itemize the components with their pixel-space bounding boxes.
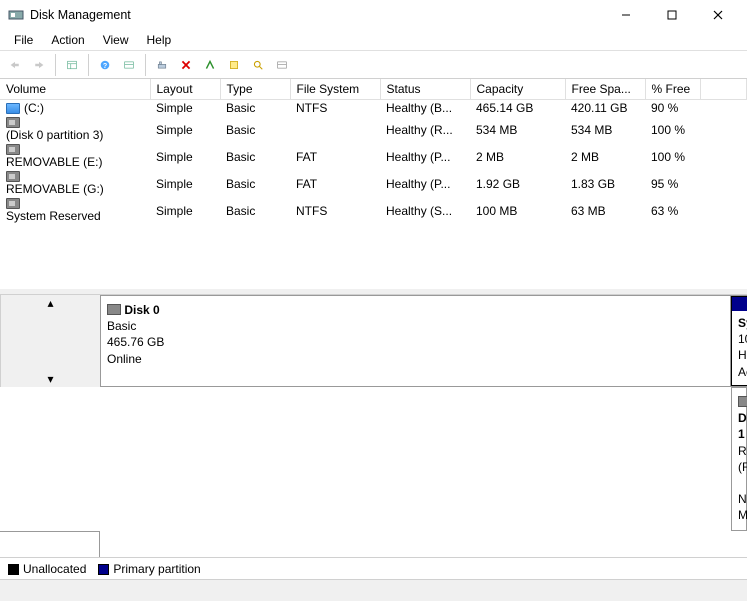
scroll-down-icon[interactable]: ▾: [1, 371, 100, 387]
svg-text:?: ?: [103, 61, 107, 69]
forward-button[interactable]: [28, 54, 50, 76]
views-button[interactable]: [61, 54, 83, 76]
properties-button[interactable]: [151, 54, 173, 76]
partition[interactable]: System Reserved100 MB NTFSHealthy (Syste…: [731, 296, 747, 386]
titlebar: Disk Management: [0, 0, 747, 30]
back-button[interactable]: [4, 54, 26, 76]
window-title: Disk Management: [30, 8, 603, 22]
partition-stripe: [732, 297, 747, 311]
volume-list[interactable]: Volume Layout Type File System Status Ca…: [0, 79, 747, 294]
app-icon: [8, 7, 24, 23]
toolbar-sep: [88, 54, 89, 76]
toolbar-sep: [55, 54, 56, 76]
table-row[interactable]: REMOVABLE (E:)SimpleBasicFATHealthy (P..…: [0, 143, 747, 170]
delete-button[interactable]: [175, 54, 197, 76]
col-freespace[interactable]: Free Spa...: [565, 79, 645, 100]
disk-body: System Reserved100 MB NTFSHealthy (Syste…: [731, 295, 747, 387]
scroll-up-icon[interactable]: ▴: [1, 295, 100, 311]
legend-unallocated-label: Unallocated: [23, 562, 86, 576]
disk-icon: [107, 304, 121, 315]
partition-sub: 100 MB NTFS: [738, 331, 747, 347]
col-type[interactable]: Type: [220, 79, 290, 100]
menu-file[interactable]: File: [6, 31, 41, 49]
volume-icon: [6, 171, 20, 182]
minimize-button[interactable]: [603, 0, 649, 30]
col-status[interactable]: Status: [380, 79, 470, 100]
col-pctfree[interactable]: % Free: [645, 79, 700, 100]
status-bar: [0, 579, 747, 601]
col-extra[interactable]: [700, 79, 747, 100]
action4-button[interactable]: [271, 54, 293, 76]
volume-icon: [6, 198, 20, 209]
col-volume[interactable]: Volume: [0, 79, 150, 100]
menu-action[interactable]: Action: [43, 31, 92, 49]
refresh-button[interactable]: [118, 54, 140, 76]
disk-info-line: Basic: [107, 319, 136, 333]
column-headers[interactable]: Volume Layout Type File System Status Ca…: [0, 79, 747, 100]
disk-header[interactable]: Disk 0 Basic 465.76 GB Online: [100, 295, 731, 387]
disk-info-line: Removable (F:): [738, 444, 747, 474]
disk-header[interactable]: Disk 1 Removable (F:) No Media: [731, 387, 747, 531]
disk-body: [0, 531, 100, 558]
disk-title: Disk 0: [124, 303, 159, 317]
help-button[interactable]: ?: [94, 54, 116, 76]
menu-help[interactable]: Help: [139, 31, 180, 49]
disk-info-line: Online: [107, 352, 142, 366]
disk-info-line: No Media: [738, 492, 747, 522]
toolbar-sep: [145, 54, 146, 76]
menu-view[interactable]: View: [95, 31, 137, 49]
table-row[interactable]: System ReservedSimpleBasicNTFSHealthy (S…: [0, 197, 747, 224]
table-row[interactable]: (Disk 0 partition 3)SimpleBasicHealthy (…: [0, 116, 747, 143]
volume-icon: [6, 117, 20, 128]
disk-title: Disk 1: [738, 411, 747, 441]
volume-icon: [6, 103, 20, 114]
maximize-button[interactable]: [649, 0, 695, 30]
action3-button[interactable]: [247, 54, 269, 76]
table-row[interactable]: REMOVABLE (G:)SimpleBasicFATHealthy (P..…: [0, 170, 747, 197]
partition-status: Healthy (System, Ac: [738, 347, 747, 379]
disk-map: Disk 0 Basic 465.76 GB Online System Reserve…: [0, 294, 747, 557]
disk-icon: [738, 396, 747, 407]
col-filesystem[interactable]: File System: [290, 79, 380, 100]
legend-primary-label: Primary partition: [113, 562, 200, 576]
col-layout[interactable]: Layout: [150, 79, 220, 100]
disk-info-line: 465.76 GB: [107, 335, 164, 349]
partition-title: System Reserved: [738, 315, 747, 331]
table-row[interactable]: (C:)SimpleBasicNTFSHealthy (B...465.14 G…: [0, 100, 747, 117]
diskmap-scrollbar[interactable]: ▴▾: [0, 295, 100, 387]
legend-unallocated: Unallocated: [8, 562, 86, 576]
volume-icon: [6, 144, 20, 155]
legend: Unallocated Primary partition: [0, 557, 747, 579]
action2-button[interactable]: [223, 54, 245, 76]
col-capacity[interactable]: Capacity: [470, 79, 565, 100]
toolbar: ?: [0, 51, 747, 79]
action1-button[interactable]: [199, 54, 221, 76]
close-button[interactable]: [695, 0, 741, 30]
legend-primary: Primary partition: [98, 562, 200, 576]
menubar: File Action View Help: [0, 30, 747, 51]
